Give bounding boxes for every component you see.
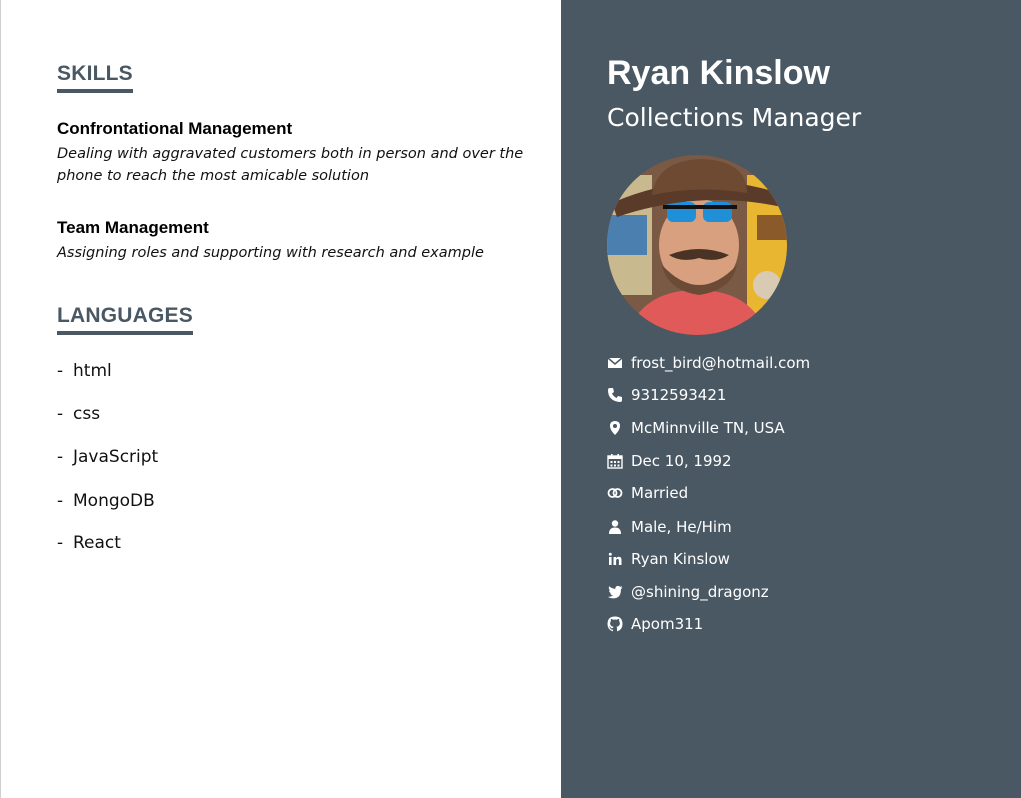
contact-phone[interactable]: 9312593421 — [607, 385, 726, 405]
list-dash: - — [57, 533, 64, 553]
avatar-illustration — [607, 155, 787, 335]
language-label: html — [73, 361, 112, 381]
profile-name: Ryan Kinslow — [607, 54, 830, 92]
language-item: - css — [57, 404, 100, 424]
contact-marital-text: Married — [631, 484, 689, 502]
language-item: - MongoDB — [57, 491, 155, 511]
contact-github-text: Apom311 — [631, 615, 704, 633]
phone-icon — [607, 387, 623, 403]
contact-location-text: McMinnville TN, USA — [631, 419, 785, 437]
contact-email-text: frost_bird@hotmail.com — [631, 354, 811, 372]
list-dash: - — [57, 447, 64, 467]
language-item: - React — [57, 533, 121, 553]
list-dash: - — [57, 404, 64, 424]
skills-heading: SKILLS — [57, 62, 133, 93]
person-icon — [607, 519, 623, 535]
contact-email[interactable]: frost_bird@hotmail.com — [607, 353, 810, 373]
main-column: SKILLS Confrontational Management Dealin… — [0, 0, 561, 798]
page-edge — [0, 0, 1, 798]
language-item: - JavaScript — [57, 447, 158, 467]
language-item: - html — [57, 361, 112, 381]
linkedin-icon — [607, 551, 623, 567]
skill-description: Assigning roles and supporting with rese… — [57, 245, 484, 261]
github-icon — [607, 616, 623, 632]
list-dash: - — [57, 491, 64, 511]
contact-twitter[interactable]: @shining_dragonz — [607, 582, 769, 602]
contact-phone-text: 9312593421 — [631, 386, 727, 404]
contact-twitter-text: @shining_dragonz — [631, 583, 769, 601]
contact-linkedin-text: Ryan Kinslow — [631, 550, 730, 568]
contact-gender-text: Male, He/Him — [631, 518, 732, 536]
skill-title: Confrontational Management — [57, 119, 293, 138]
contact-birthday-text: Dec 10, 1992 — [631, 452, 732, 470]
profile-sidebar: Ryan Kinslow Collections Manager frost_b… — [561, 0, 1021, 798]
contact-gender: Male, He/Him — [607, 517, 732, 537]
profile-role: Collections Manager — [607, 103, 862, 132]
map-pin-icon — [607, 420, 623, 436]
calendar-icon — [607, 453, 623, 469]
contact-birthday: Dec 10, 1992 — [607, 451, 732, 471]
language-label: JavaScript — [73, 447, 159, 467]
skill-title: Team Management — [57, 218, 209, 237]
envelope-icon — [607, 355, 623, 371]
language-label: css — [73, 404, 101, 424]
contact-github[interactable]: Apom311 — [607, 614, 703, 634]
twitter-icon — [607, 584, 623, 600]
contact-linkedin[interactable]: Ryan Kinslow — [607, 549, 730, 569]
skill-description: Dealing with aggravated customers both i… — [57, 146, 524, 184]
contact-marital-status: Married — [607, 483, 688, 503]
language-label: MongoDB — [73, 491, 155, 511]
profile-photo — [607, 155, 787, 335]
contact-location: McMinnville TN, USA — [607, 418, 785, 438]
languages-heading: LANGUAGES — [57, 304, 193, 335]
list-dash: - — [57, 361, 64, 381]
language-label: React — [73, 533, 121, 553]
rings-icon — [607, 485, 623, 501]
